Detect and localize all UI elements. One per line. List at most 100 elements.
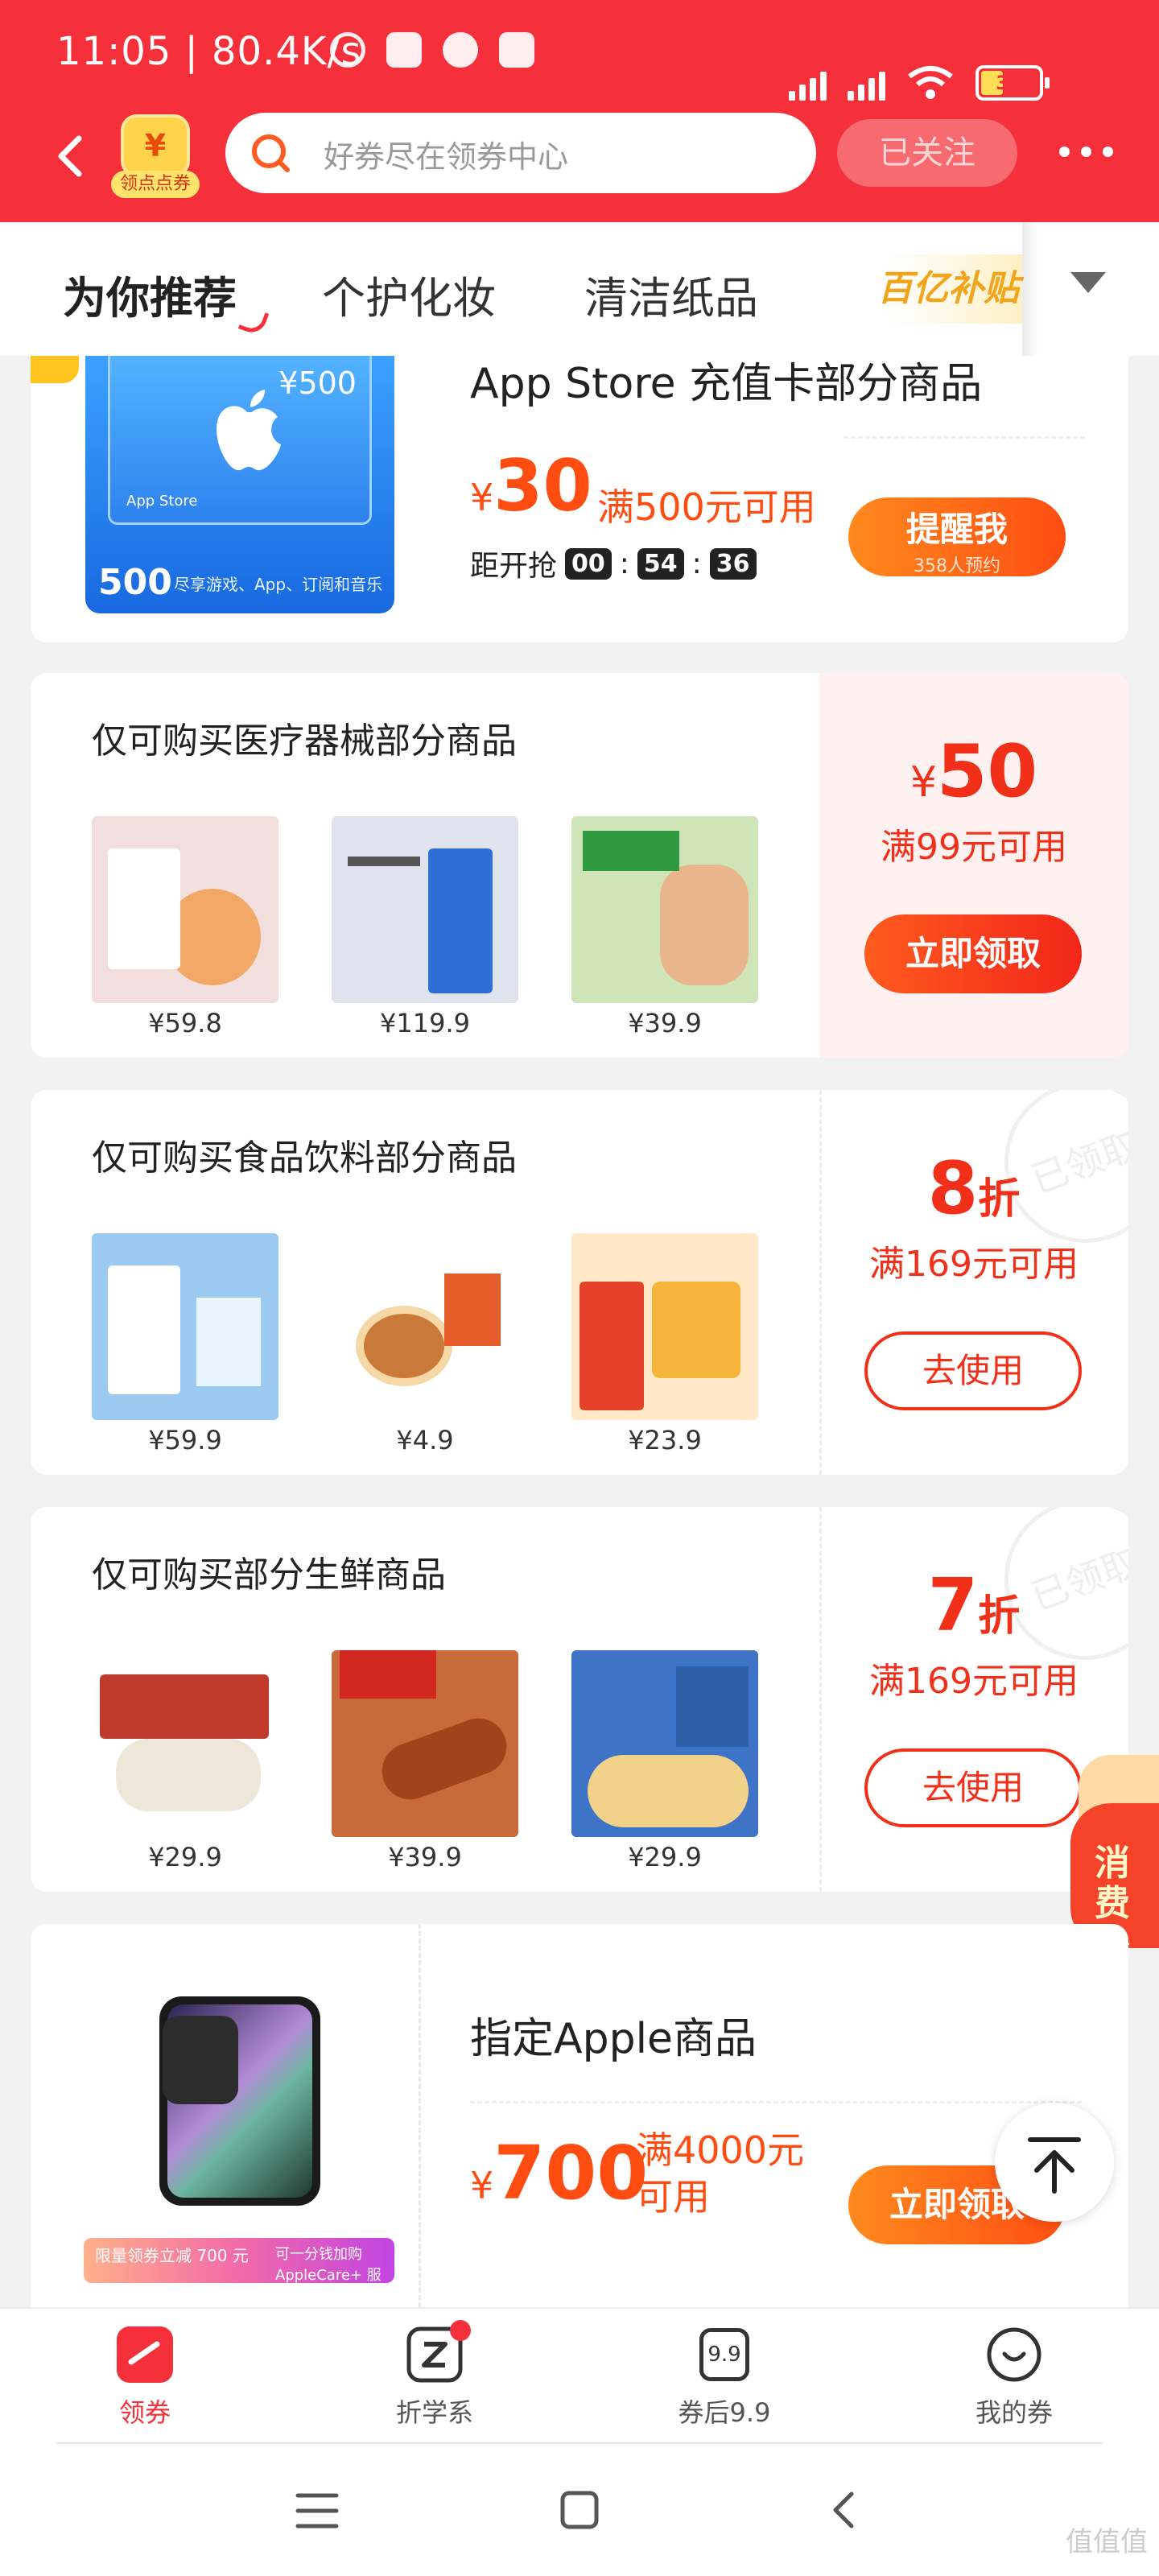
wechat-icon [443, 32, 478, 68]
gift-subtitle: 尽享游戏、App、订阅和音乐 [174, 575, 383, 594]
nav-coupons[interactable]: 领券 [64, 2325, 225, 2429]
consumer-subsidy-float[interactable]: 消费补贴 [1070, 1755, 1159, 2004]
coupon-price-value: 30 [493, 444, 592, 527]
nav-after-coupon-99[interactable]: 9.9 券后9.9 [644, 2325, 805, 2429]
product-price: ¥29.9 [148, 1842, 222, 1872]
product-price: ¥119.9 [380, 1008, 470, 1038]
category-tabs: 为你推荐 个护化妆 清洁纸品 百亿补贴 [0, 222, 1159, 356]
coupon-card-apple: 限量领券立减 700 元 可一分钱加购 AppleCare+ 服务 指定Appl… [31, 1924, 1128, 2307]
notification-icons [330, 32, 534, 68]
coupon-amount: 8折 [819, 1146, 1128, 1231]
currency-symbol: ¥ [909, 758, 937, 807]
top-header: 11:05 | 80.4K/s 31 ¥ 领点点券 好券尽在领券中心 已关注 [0, 0, 1159, 222]
use-now-button[interactable]: 去使用 [864, 1748, 1082, 1827]
appstore-gift-card-image: ¥500 App Store 500 尽享游戏、App、订阅和音乐 [85, 356, 394, 613]
home-icon[interactable] [559, 2489, 600, 2531]
product-image [332, 1650, 518, 1837]
tab-recommend[interactable]: 为你推荐 [63, 262, 237, 326]
product-item[interactable]: ¥39.9 [332, 1650, 518, 1872]
product-image [92, 816, 278, 1003]
watermark: 值值值 [1066, 2526, 1148, 2558]
product-item[interactable]: ¥59.8 [92, 816, 278, 1038]
tab-subsidy[interactable]: 百亿补贴 [869, 254, 1022, 324]
countdown-hours: 00 [565, 547, 612, 580]
coupon-price-value: 700 [493, 2130, 649, 2216]
coupon-condition: 满169元可用 [869, 1244, 1079, 1285]
price-tag-icon: 9.9 [695, 2325, 754, 2384]
coupon-title: 指定Apple商品 [470, 2015, 757, 2063]
price-tag-text: 9.9 [699, 2328, 749, 2381]
coupon-condition: 满169元可用 [869, 1661, 1079, 1702]
coupon-condition: 满500元可用 [597, 485, 816, 529]
points-label: 领点点券 [111, 171, 200, 198]
app-notification-icon [386, 32, 422, 68]
back-nav-icon[interactable] [827, 2489, 860, 2531]
remind-me-button[interactable]: 提醒我 358人预约 [848, 497, 1066, 576]
product-price: ¥59.9 [148, 1425, 222, 1455]
coupon-card-food: 已领取 仅可购买食品饮料部分商品 ¥59.9 ¥4.9 ¥23.9 8折 满16… [31, 1090, 1128, 1475]
search-bar[interactable]: 好券尽在领券中心 [225, 113, 816, 193]
tab-personal-care[interactable]: 个护化妆 [322, 262, 496, 326]
apple-logo-icon [217, 390, 281, 471]
product-price: ¥4.9 [396, 1425, 454, 1455]
claim-now-button[interactable]: 立即领取 [864, 914, 1082, 993]
product-item[interactable]: ¥29.9 [571, 1650, 758, 1872]
more-icon[interactable] [1059, 147, 1113, 157]
product-image [571, 1233, 758, 1420]
battery-level: 31 [996, 72, 1023, 94]
product-item[interactable]: ¥59.9 [92, 1233, 278, 1455]
coupon-amount: ¥50 [819, 729, 1128, 814]
use-now-button[interactable]: 去使用 [864, 1331, 1082, 1410]
reservation-count: 358人预约 [914, 556, 1000, 576]
nav-after-coupon-label: 券后9.9 [678, 2397, 771, 2428]
tab-cleaning-paper[interactable]: 清洁纸品 [584, 262, 758, 326]
banner-text-left: 限量领券立减 700 元 [95, 2246, 249, 2265]
product-item[interactable]: ¥119.9 [332, 816, 518, 1038]
countdown-label: 距开抢 [470, 550, 558, 583]
condition-line-2: 可用 [636, 2175, 710, 2219]
product-item[interactable]: ¥4.9 [332, 1233, 518, 1455]
coupon-title: 仅可购买医疗器械部分商品 [92, 720, 517, 762]
nav-my-coupons[interactable]: 我的券 [934, 2325, 1095, 2429]
coupon-amount: 7折 [819, 1563, 1128, 1648]
countdown-minutes: 54 [637, 547, 684, 580]
coupon-title: 仅可购买部分生鲜商品 [92, 1554, 446, 1596]
system-nav-bar [0, 2442, 1159, 2576]
z-logo-icon [405, 2320, 471, 2384]
coupon-value-panel: 8折 满169元可用 去使用 [819, 1090, 1128, 1475]
coupon-amount-value: 8 [927, 1146, 979, 1231]
follow-button[interactable]: 已关注 [837, 119, 1017, 187]
chevron-down-icon[interactable] [1070, 272, 1106, 293]
notification-dot [450, 2320, 471, 2341]
signal-2-icon [848, 65, 885, 101]
menu-icon[interactable] [295, 2491, 340, 2531]
remind-label: 提醒我 [905, 510, 1008, 549]
promo-banner: 限量领券立减 700 元 可一分钱加购 AppleCare+ 服务 [84, 2238, 394, 2305]
product-item[interactable]: ¥23.9 [571, 1233, 758, 1455]
coupon-title: App Store 充值卡部分商品 [470, 360, 983, 408]
bottom-nav: 领券 折学系 9.9 券后9.9 我的券 [0, 2307, 1159, 2442]
tabs-fade [1022, 222, 1038, 356]
coupon-title: 仅可购买食品饮料部分商品 [92, 1137, 517, 1179]
product-price: ¥39.9 [388, 1842, 462, 1872]
nav-my-coupons-label: 我的券 [975, 2397, 1053, 2428]
product-item[interactable]: ¥39.9 [571, 816, 758, 1038]
back-icon[interactable] [48, 132, 97, 180]
nav-discount-school-label: 折学系 [395, 2397, 473, 2428]
wifi-icon [908, 66, 953, 99]
nav-discount-school[interactable]: 折学系 [354, 2320, 515, 2429]
gift-brand: App Store [126, 493, 198, 510]
gift-amount: ¥500 [278, 365, 357, 401]
gift-big-amount: 500 [98, 562, 172, 603]
points-coupon-button[interactable]: ¥ 领点点券 [111, 114, 200, 203]
back-to-top-button[interactable] [995, 2103, 1114, 2222]
product-image [332, 1233, 518, 1420]
coupon-value-panel: ¥50 满99元可用 立即领取 [819, 673, 1128, 1058]
coupon-condition: 满4000元 可用 [636, 2127, 804, 2220]
product-image [92, 1233, 278, 1420]
battery-icon: 31 [975, 65, 1050, 101]
product-item[interactable]: ¥29.9 [92, 1650, 278, 1872]
alarm-icon [330, 32, 365, 68]
product-image [332, 816, 518, 1003]
coupon-condition: 满99元可用 [881, 827, 1067, 868]
